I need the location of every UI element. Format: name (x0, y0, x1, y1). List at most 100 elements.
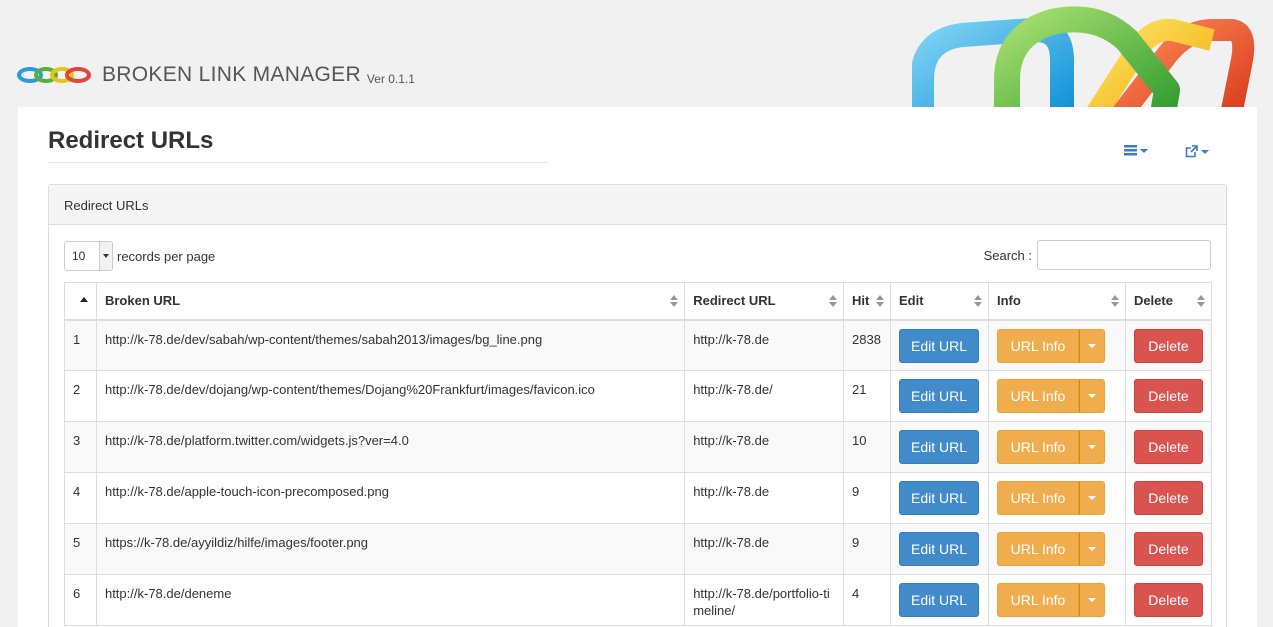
title-divider (48, 162, 548, 163)
redirect-urls-panel: Redirect URLs 10 records per page Search… (48, 184, 1227, 627)
page-length-control: 10 records per page (64, 241, 215, 271)
url-info-button[interactable]: URL Info (996, 430, 1079, 464)
hit-cell: 10 (843, 421, 891, 473)
hit-cell: 9 (843, 523, 891, 575)
redirect-url-cell: http://k-78.de (684, 523, 845, 575)
external-link-dropdown[interactable] (1185, 145, 1209, 158)
url-info-button[interactable]: URL Info (996, 379, 1079, 413)
column-header-broken-url[interactable]: Broken URL (95, 282, 686, 321)
brand: BROKEN LINK MANAGER Ver 0.1.1 (16, 58, 415, 92)
column-header-delete[interactable]: Delete (1124, 282, 1213, 321)
url-info-button-group: URL Info (996, 532, 1105, 566)
main-content: Redirect URLs Redirect URLs 10 records p… (18, 107, 1257, 627)
list-menu-dropdown[interactable] (1124, 145, 1148, 156)
delete-button[interactable]: Delete (1133, 430, 1203, 464)
broken-url-cell: http://k-78.de/dev/sabah/wp-content/them… (95, 319, 686, 371)
chevron-down-icon (1087, 343, 1096, 348)
table-row: 5 https://k-78.de/ayyildiz/hilfe/images/… (64, 523, 1213, 575)
row-index: 2 (64, 370, 97, 422)
column-header-edit[interactable]: Edit (890, 282, 989, 321)
list-menu-icon (1124, 145, 1137, 156)
row-index: 3 (64, 421, 97, 473)
table-row: 2 http://k-78.de/dev/dojang/wp-content/t… (64, 370, 1213, 422)
search-input[interactable] (1037, 240, 1211, 270)
delete-button[interactable]: Delete (1133, 532, 1203, 566)
hit-cell: 21 (843, 370, 891, 422)
url-info-dropdown-button[interactable] (1078, 481, 1105, 515)
delete-button[interactable]: Delete (1133, 328, 1203, 363)
table-row: 4 http://k-78.de/apple-touch-icon-precom… (64, 472, 1213, 524)
url-info-dropdown-button[interactable] (1078, 583, 1105, 617)
edit-url-button[interactable]: Edit URL (899, 328, 979, 363)
chevron-down-icon (1087, 496, 1096, 500)
hit-cell: 2838 (843, 319, 891, 371)
chevron-down-icon (1087, 598, 1096, 602)
row-index: 1 (64, 319, 97, 371)
table-row: 6 http://k-78.de/deneme http://k-78.de/p… (64, 574, 1213, 626)
page-length-select[interactable]: 10 (64, 241, 113, 271)
delete-button[interactable]: Delete (1133, 583, 1203, 617)
search-label: Search : (983, 247, 1032, 263)
panel-title: Redirect URLs (49, 185, 1226, 225)
url-info-button[interactable]: URL Info (996, 583, 1079, 617)
row-index: 5 (64, 523, 97, 575)
select-arrow-icon (99, 242, 112, 270)
chevron-down-icon (1087, 547, 1096, 551)
hit-cell: 4 (843, 574, 891, 626)
column-header-info[interactable]: Info (987, 282, 1126, 321)
broken-url-cell: http://k-78.de/deneme (95, 574, 686, 626)
url-info-button[interactable]: URL Info (996, 532, 1079, 566)
external-link-icon (1185, 145, 1198, 158)
url-info-button-group: URL Info (996, 583, 1105, 617)
redirect-url-cell: http://k-78.de (684, 421, 845, 473)
edit-url-button[interactable]: Edit URL (899, 481, 979, 515)
sort-icon (670, 295, 679, 307)
column-header-index[interactable] (64, 282, 97, 321)
table-header-row: Broken URL Redirect URL Hit Edit Info De… (64, 282, 1213, 321)
redirect-url-cell: http://k-78.de (684, 472, 845, 524)
redirect-url-cell: http://k-78.de/portfolio-timeline/ (684, 574, 845, 626)
edit-url-button[interactable]: Edit URL (899, 583, 979, 617)
app-title: BROKEN LINK MANAGER (102, 63, 361, 86)
url-info-button-group: URL Info (996, 430, 1105, 464)
url-info-button-group: URL Info (996, 379, 1105, 413)
edit-url-button[interactable]: Edit URL (899, 532, 979, 566)
chain-decoration-icon (912, 6, 1255, 108)
chevron-down-icon (1087, 445, 1096, 449)
redirect-urls-table: Broken URL Redirect URL Hit Edit Info De… (64, 282, 1213, 626)
sort-asc-icon (80, 297, 88, 302)
edit-url-button[interactable]: Edit URL (899, 379, 979, 413)
chain-logo-icon (17, 67, 91, 83)
chevron-down-icon (1201, 149, 1209, 154)
delete-button[interactable]: Delete (1133, 379, 1203, 413)
chevron-down-icon (1140, 148, 1148, 153)
edit-url-button[interactable]: Edit URL (899, 430, 979, 464)
broken-url-cell: http://k-78.de/platform.twitter.com/widg… (95, 421, 686, 473)
url-info-dropdown-button[interactable] (1078, 430, 1105, 464)
url-info-dropdown-button[interactable] (1078, 532, 1105, 566)
sort-icon (1197, 295, 1205, 307)
url-info-dropdown-button[interactable] (1078, 328, 1105, 363)
url-info-dropdown-button[interactable] (1078, 379, 1105, 413)
redirect-url-cell: http://k-78.de (684, 319, 845, 371)
sort-icon (876, 295, 884, 307)
row-index: 6 (64, 574, 97, 626)
broken-url-cell: http://k-78.de/dev/dojang/wp-content/the… (95, 370, 686, 422)
page-length-value: 10 (72, 249, 86, 263)
column-header-redirect-url[interactable]: Redirect URL (684, 282, 845, 321)
url-info-button-group: URL Info (996, 481, 1105, 515)
redirect-url-cell: http://k-78.de/ (684, 370, 845, 422)
url-info-button[interactable]: URL Info (996, 481, 1079, 515)
delete-button[interactable]: Delete (1133, 481, 1203, 515)
row-index: 4 (64, 472, 97, 524)
url-info-button[interactable]: URL Info (996, 328, 1079, 363)
sort-icon (1110, 295, 1119, 307)
broken-url-cell: http://k-78.de/apple-touch-icon-precompo… (95, 472, 686, 524)
hit-cell: 9 (843, 472, 891, 524)
table-row: 1 http://k-78.de/dev/sabah/wp-content/th… (64, 319, 1213, 371)
column-header-hit[interactable]: Hit (843, 282, 891, 321)
sort-icon (973, 295, 982, 307)
chevron-down-icon (1087, 394, 1096, 398)
broken-url-cell: https://k-78.de/ayyildiz/hilfe/images/fo… (95, 523, 686, 575)
page-title: Redirect URLs (48, 127, 214, 154)
